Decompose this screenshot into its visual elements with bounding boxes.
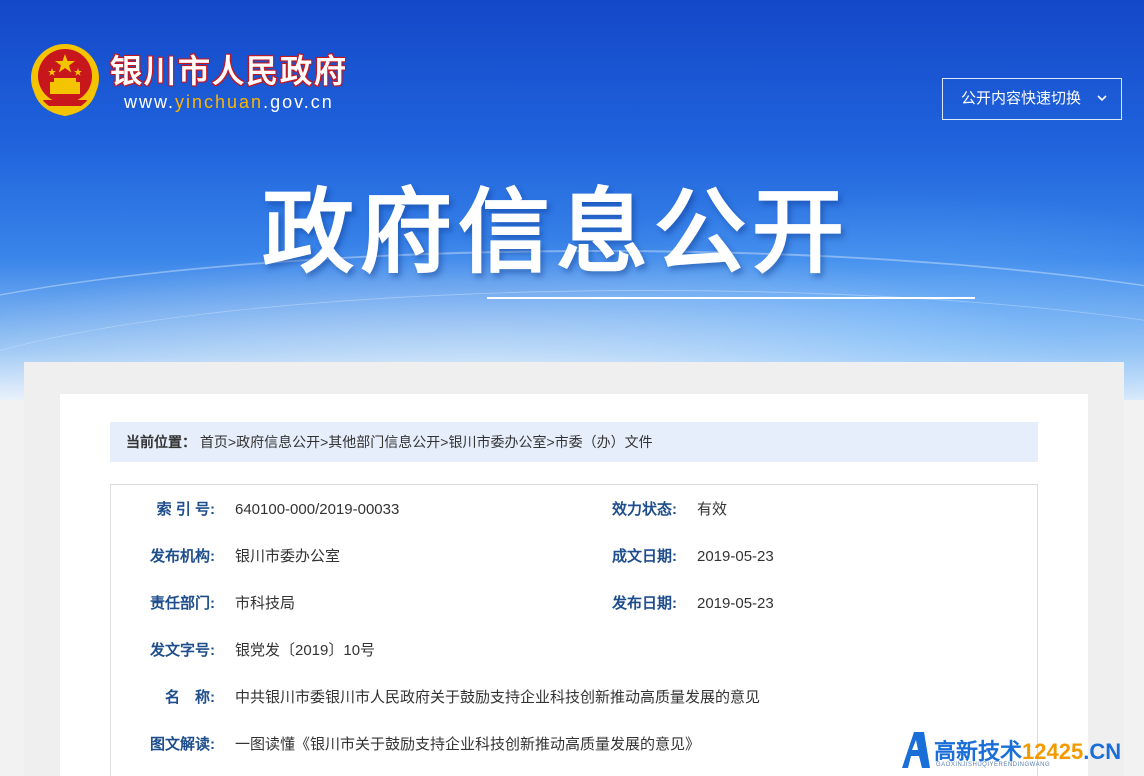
quick-switch-label: 公开内容快速切换: [961, 90, 1082, 107]
site-name[interactable]: 银川市人民政府: [110, 46, 348, 92]
watermark-subtext: GAOXINJISHUQIYERENDINGWANG: [936, 762, 1051, 768]
index-no-value: 640100-000/2019-00033: [235, 501, 400, 518]
site-watermark: 高新技术12425.CN GAOXINJISHUQIYERENDINGWANG: [898, 726, 1144, 776]
watermark-text-number: 12425: [1022, 739, 1084, 764]
meta-row: 索 引 号: 640100-000/2019-00033 效力状态: 有效: [111, 490, 1039, 530]
breadcrumb-item-other-depts[interactable]: 其他部门信息公开: [328, 434, 440, 450]
site-url-prefix: www.: [124, 92, 176, 112]
chevron-down-icon: [1097, 79, 1107, 135]
breadcrumb-separator: >: [546, 434, 555, 450]
dept-value: 市科技局: [235, 595, 296, 612]
breadcrumb-item-gov-info[interactable]: 政府信息公开: [236, 434, 320, 450]
interpretation-link[interactable]: 一图读懂《银川市关于鼓励支持企业科技创新推动高质量发展的意见》: [235, 736, 700, 753]
breadcrumb-item-committee-office[interactable]: 银川市委办公室: [448, 434, 546, 450]
doc-no-label: 发文字号:: [150, 642, 215, 659]
breadcrumb-separator: >: [227, 434, 237, 450]
created-date-label: 成文日期:: [612, 548, 677, 565]
site-url[interactable]: www.yinchuan.gov.cn: [124, 92, 334, 113]
hero-title: 政府信息公开: [262, 179, 851, 286]
national-emblem-icon: [31, 44, 99, 117]
status-label: 效力状态:: [612, 501, 677, 518]
dept-label: 责任部门:: [150, 595, 215, 612]
watermark-logo-icon: [902, 732, 930, 768]
publisher-label: 发布机构:: [150, 548, 215, 565]
breadcrumb-label: 当前位置：: [126, 434, 196, 450]
breadcrumb-item-committee-docs[interactable]: 市委（办）文件: [555, 434, 653, 450]
published-date-label: 发布日期:: [612, 595, 677, 612]
meta-row: 发文字号: 银党发〔2019〕10号: [111, 631, 1039, 671]
published-date-value: 2019-05-23: [697, 595, 774, 612]
title-value: 中共银川市委银川市人民政府关于鼓励支持企业科技创新推动高质量发展的意见: [235, 689, 761, 706]
interpretation-label: 图文解读:: [150, 736, 215, 753]
status-value: 有效: [697, 501, 728, 518]
hero-underline: [487, 297, 975, 299]
watermark-text-suffix: .CN: [1083, 739, 1122, 764]
publisher-value: 银川市委办公室: [235, 548, 341, 565]
meta-row: 责任部门: 市科技局 发布日期: 2019-05-23: [111, 584, 1039, 624]
site-url-suffix: .gov.cn: [263, 92, 334, 112]
created-date-value: 2019-05-23: [697, 548, 774, 565]
interpretation-value: 一图读懂《银川市关于鼓励支持企业科技创新推动高质量发展的意见》: [235, 725, 700, 765]
meta-row: 名 称: 中共银川市委银川市人民政府关于鼓励支持企业科技创新推动高质量发展的意见: [111, 678, 1039, 718]
index-no-label: 索 引 号:: [156, 501, 215, 518]
meta-row: 发布机构: 银川市委办公室 成文日期: 2019-05-23: [111, 537, 1039, 577]
watermark-text-prefix: 高新技术: [934, 739, 1023, 764]
breadcrumb-item-home[interactable]: 首页: [200, 434, 228, 450]
title-label: 名 称:: [165, 689, 215, 706]
quick-switch-dropdown[interactable]: 公开内容快速切换: [942, 78, 1122, 120]
header-banner: 银川市人民政府 www.yinchuan.gov.cn 公开内容快速切换 政府信…: [0, 0, 1144, 400]
breadcrumb: 当前位置： 首页>政府信息公开>其他部门信息公开>银川市委办公室>市委（办）文件: [110, 422, 1038, 462]
doc-no-value: 银党发〔2019〕10号: [235, 642, 376, 659]
site-url-highlight: yinchuan: [175, 92, 264, 112]
